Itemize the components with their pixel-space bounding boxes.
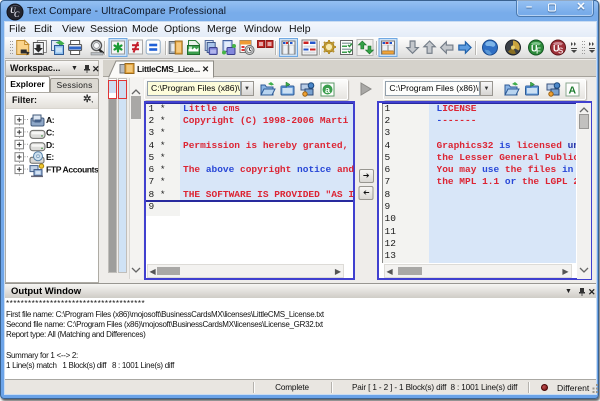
svg-text:F: F (536, 47, 541, 56)
svg-text:S: S (558, 47, 564, 56)
svg-text:C: C (14, 10, 20, 19)
svg-text:D:: D: (46, 139, 55, 149)
svg-text:E:: E: (46, 152, 54, 162)
svg-text:FTP Accounts: FTP Accounts (46, 164, 98, 174)
svg-text:C:: C: (46, 127, 55, 137)
svg-text:A:: A: (46, 115, 55, 125)
svg-text:A: A (569, 84, 577, 96)
